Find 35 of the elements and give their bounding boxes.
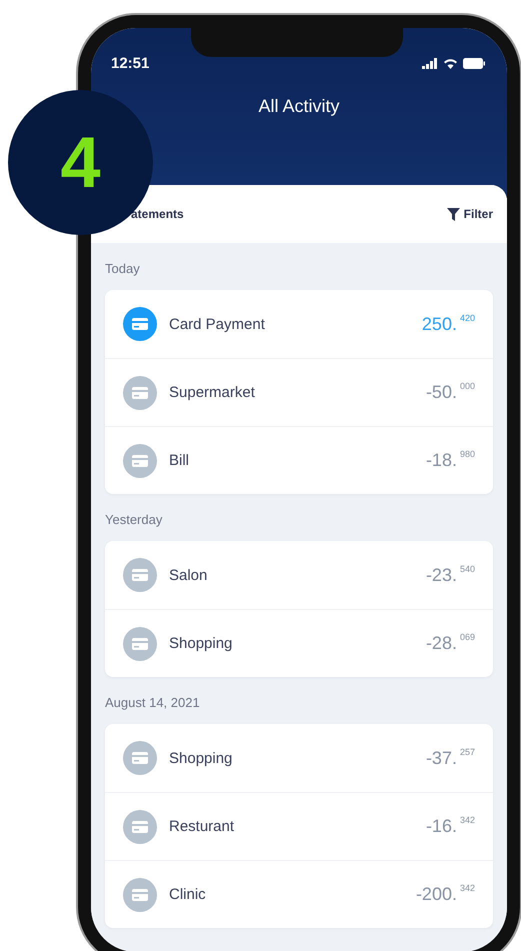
transaction-amount: -16. xyxy=(426,816,457,837)
amount-decimals: 257 xyxy=(460,746,475,756)
section-date: Today xyxy=(104,260,141,278)
transaction-name: Shopping xyxy=(169,635,234,652)
screen-title: All Activity xyxy=(257,96,341,117)
signal-icon xyxy=(422,58,438,68)
amount-decimals: 540 xyxy=(460,564,475,574)
statements-tab[interactable]: atements xyxy=(131,207,184,221)
transaction-amount: -50. xyxy=(426,382,457,403)
battery-icon xyxy=(463,58,485,68)
status-time: 12:51 xyxy=(111,54,150,72)
filter-icon xyxy=(446,208,460,220)
transaction-amount: -37. xyxy=(426,748,457,768)
transaction-amount: -200. xyxy=(416,884,457,905)
transaction-name: Card Payment xyxy=(169,316,266,332)
amount-decimals: 342 xyxy=(460,815,475,825)
transaction-amount: -18. xyxy=(426,450,457,471)
wifi-icon xyxy=(443,58,458,68)
transaction-name: Salon xyxy=(169,566,208,584)
transaction-name: Bill xyxy=(169,452,190,469)
transaction-amount: 250. xyxy=(422,314,457,334)
amount-decimals: 420 xyxy=(460,312,475,322)
amount-decimals: 980 xyxy=(460,449,475,459)
transaction-amount: -28. xyxy=(426,633,457,654)
amount-decimals: 000 xyxy=(460,381,475,391)
transaction-amount: -23. xyxy=(426,564,457,586)
transaction-name: Supermarket xyxy=(169,384,256,401)
amount-decimals: 069 xyxy=(460,632,475,642)
filter-button[interactable]: Filter xyxy=(446,207,493,221)
transaction-name: Resturant xyxy=(169,818,236,835)
transaction-name: Clinic xyxy=(169,886,207,903)
amount-decimals: 342 xyxy=(460,883,475,893)
section-date: Yesterday xyxy=(104,511,164,529)
transaction-name: Shopping xyxy=(169,750,234,766)
section-date: August 14, 2021 xyxy=(104,694,201,712)
